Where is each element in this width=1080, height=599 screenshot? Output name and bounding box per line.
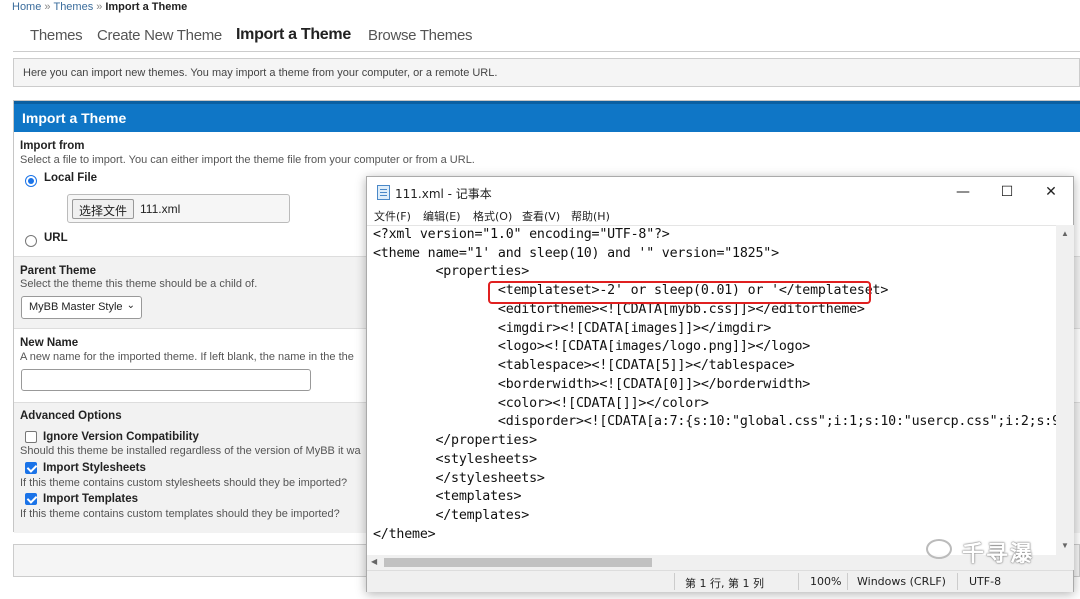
status-divider xyxy=(674,573,675,590)
menu-format[interactable]: 格式(O) xyxy=(473,208,512,224)
code-line: </templates> xyxy=(373,508,530,523)
status-divider xyxy=(957,573,958,590)
file-name: 111.xml xyxy=(140,202,181,216)
status-line-ending: Windows (CRLF) xyxy=(857,575,946,588)
new-name-input[interactable] xyxy=(21,369,311,391)
breadcrumb-themes-link[interactable]: Themes xyxy=(53,1,93,13)
file-input[interactable]: 选择文件 111.xml xyxy=(67,194,290,223)
local-file-radio[interactable] xyxy=(25,175,37,187)
choose-file-button[interactable]: 选择文件 xyxy=(72,199,135,219)
notepad-title: 111.xml - 记事本 xyxy=(395,187,492,201)
breadcrumb: Home» Themes» Import a Theme xyxy=(12,1,187,13)
breadcrumb-home-link[interactable]: Home xyxy=(12,1,41,13)
tab-import-a-theme[interactable]: Import a Theme xyxy=(236,26,351,44)
scroll-up-icon[interactable]: ▲ xyxy=(1061,229,1069,238)
scroll-down-icon[interactable]: ▼ xyxy=(1061,541,1069,550)
new-name-desc: A new name for the imported theme. If le… xyxy=(20,351,354,363)
code-line: <borderwidth><![CDATA[0]]></borderwidth> xyxy=(373,377,811,392)
chevron-down-icon: ⌄ xyxy=(126,300,135,311)
import-templates-label: Import Templates xyxy=(43,493,138,505)
code-line: <tablespace><![CDATA[5]]></tablespace> xyxy=(373,358,795,373)
code-line: </properties> xyxy=(373,433,537,448)
tab-browse-themes[interactable]: Browse Themes xyxy=(368,27,473,44)
import-templates-desc: If this theme contains custom templates … xyxy=(20,508,340,520)
ignore-version-desc: Should this theme be installed regardles… xyxy=(20,445,361,457)
import-templates-checkbox[interactable] xyxy=(25,493,37,505)
notepad-statusbar: 第 1 行, 第 1 列 100% Windows (CRLF) UTF-8 xyxy=(367,570,1073,592)
status-cursor-position: 第 1 行, 第 1 列 xyxy=(685,577,764,590)
templateset-highlight-box xyxy=(488,281,871,304)
wechat-icon xyxy=(926,539,952,559)
import-stylesheets-label: Import Stylesheets xyxy=(43,462,146,474)
local-file-label: Local File xyxy=(44,172,98,184)
tab-create-new-theme[interactable]: Create New Theme xyxy=(97,27,222,44)
code-line: <color><![CDATA[]]></color> xyxy=(373,396,709,411)
menu-file[interactable]: 文件(F) xyxy=(374,208,411,224)
status-encoding: UTF-8 xyxy=(969,575,1002,588)
horizontal-scroll-thumb[interactable] xyxy=(384,558,652,567)
breadcrumb-separator: » xyxy=(96,1,103,13)
watermark-text: 千寻瀑 xyxy=(962,542,1035,567)
notepad-document-icon xyxy=(377,185,390,200)
parent-theme-desc: Select the theme this theme should be a … xyxy=(20,278,258,290)
status-zoom: 100% xyxy=(810,575,842,588)
import-from-desc: Select a file to import. You can either … xyxy=(20,154,475,166)
breadcrumb-current: Import a Theme xyxy=(105,1,188,13)
notepad-menubar: 文件(F) 编辑(E) 格式(O) 查看(V) 帮助(H) xyxy=(367,207,1073,225)
status-divider xyxy=(798,573,799,590)
menu-view[interactable]: 查看(V) xyxy=(522,208,560,224)
close-icon[interactable]: ✕ xyxy=(1031,180,1071,204)
url-label: URL xyxy=(44,232,68,244)
ignore-version-label: Ignore Version Compatibility xyxy=(43,431,199,443)
code-line: </theme> xyxy=(373,527,436,542)
menu-help[interactable]: 帮助(H) xyxy=(571,208,610,224)
notepad-editor[interactable]: <?xml version="1.0" encoding="UTF-8"?> <… xyxy=(367,225,1056,555)
parent-theme-select[interactable]: MyBB Master Style ⌄ xyxy=(21,296,142,319)
import-stylesheets-checkbox[interactable] xyxy=(25,462,37,474)
code-line: <editortheme><![CDATA[mybb.css]]></edito… xyxy=(373,302,865,317)
code-line: <imgdir><![CDATA[images]]></imgdir> xyxy=(373,321,772,336)
status-divider xyxy=(847,573,848,590)
parent-theme-selected: MyBB Master Style xyxy=(29,301,123,313)
intro-notice: Here you can import new themes. You may … xyxy=(13,58,1080,87)
code-line: <logo><![CDATA[images/logo.png]]></logo> xyxy=(373,339,811,354)
code-line: </stylesheets> xyxy=(373,471,545,486)
notepad-window: 111.xml - 记事本 — ☐ ✕ 文件(F) 编辑(E) 格式(O) 查看… xyxy=(366,176,1074,592)
code-line: <theme name="1' and sleep(10) and '" ver… xyxy=(373,246,779,261)
code-line: <templates> xyxy=(373,489,522,504)
scroll-left-icon[interactable]: ◀ xyxy=(371,557,377,566)
breadcrumb-separator: » xyxy=(44,1,51,13)
url-radio[interactable] xyxy=(25,235,37,247)
vertical-scrollbar[interactable]: ▲ ▼ xyxy=(1056,225,1074,570)
advanced-options-title: Advanced Options xyxy=(20,410,122,422)
parent-theme-title: Parent Theme xyxy=(20,265,97,277)
maximize-icon[interactable]: ☐ xyxy=(987,180,1027,204)
import-from-title: Import from xyxy=(20,140,85,152)
panel-title: Import a Theme xyxy=(14,101,1080,132)
minimize-icon[interactable]: — xyxy=(943,180,983,204)
tab-themes[interactable]: Themes xyxy=(30,27,83,44)
theme-tabs: Themes Create New Theme Import a Theme B… xyxy=(13,22,1080,52)
horizontal-scrollbar[interactable]: ◀ xyxy=(367,555,1056,570)
notepad-titlebar[interactable]: 111.xml - 记事本 — ☐ ✕ xyxy=(367,177,1073,207)
code-line: <?xml version="1.0" encoding="UTF-8"?> xyxy=(373,227,670,242)
code-line: <stylesheets> xyxy=(373,452,537,467)
code-line: <properties> xyxy=(373,264,530,279)
ignore-version-checkbox[interactable] xyxy=(25,431,37,443)
import-stylesheets-desc: If this theme contains custom stylesheet… xyxy=(20,477,348,489)
menu-edit[interactable]: 编辑(E) xyxy=(423,208,461,224)
new-name-title: New Name xyxy=(20,337,79,349)
code-line: <disporder><![CDATA[a:7:{s:10:"global.cs… xyxy=(373,414,1056,429)
